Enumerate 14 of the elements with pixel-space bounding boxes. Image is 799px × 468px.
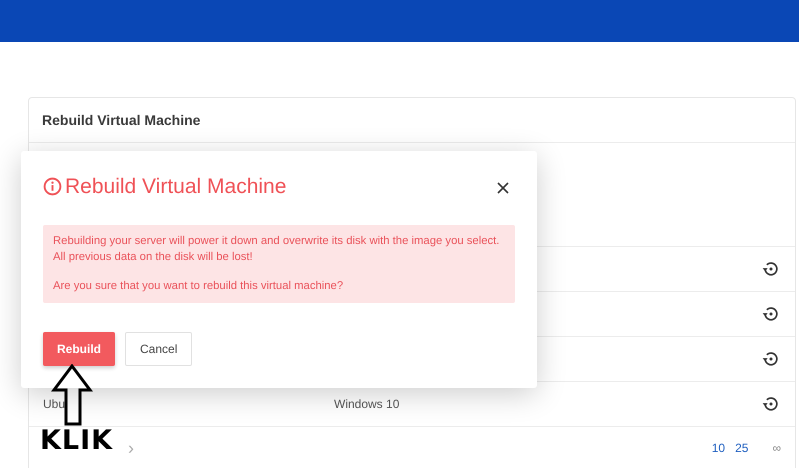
alert-text: Are you sure that you want to rebuild this virtual machine?	[53, 279, 344, 294]
modal-title: Rebuild Virtual Machine	[65, 174, 286, 200]
annotation-label: KLIK	[40, 427, 114, 454]
page-size-link[interactable]: 25	[735, 439, 748, 457]
table-cell: Windows 10	[334, 397, 400, 411]
alert-text: Rebuilding your server will power it down and overwrite its disk with the image you select. All previous data on the disk will be lost!	[53, 234, 500, 265]
page-size-link[interactable]: 10	[712, 439, 726, 457]
cancel-button[interactable]: Cancel	[125, 332, 192, 366]
rebuild-button[interactable]: Rebuild	[43, 332, 115, 366]
page-size-link[interactable]: ∞	[772, 439, 781, 457]
info-icon	[43, 177, 62, 196]
close-icon[interactable]	[497, 182, 509, 194]
table-cell: Ubu	[43, 397, 66, 411]
card-title: Rebuild Virtual Machine	[42, 110, 200, 130]
